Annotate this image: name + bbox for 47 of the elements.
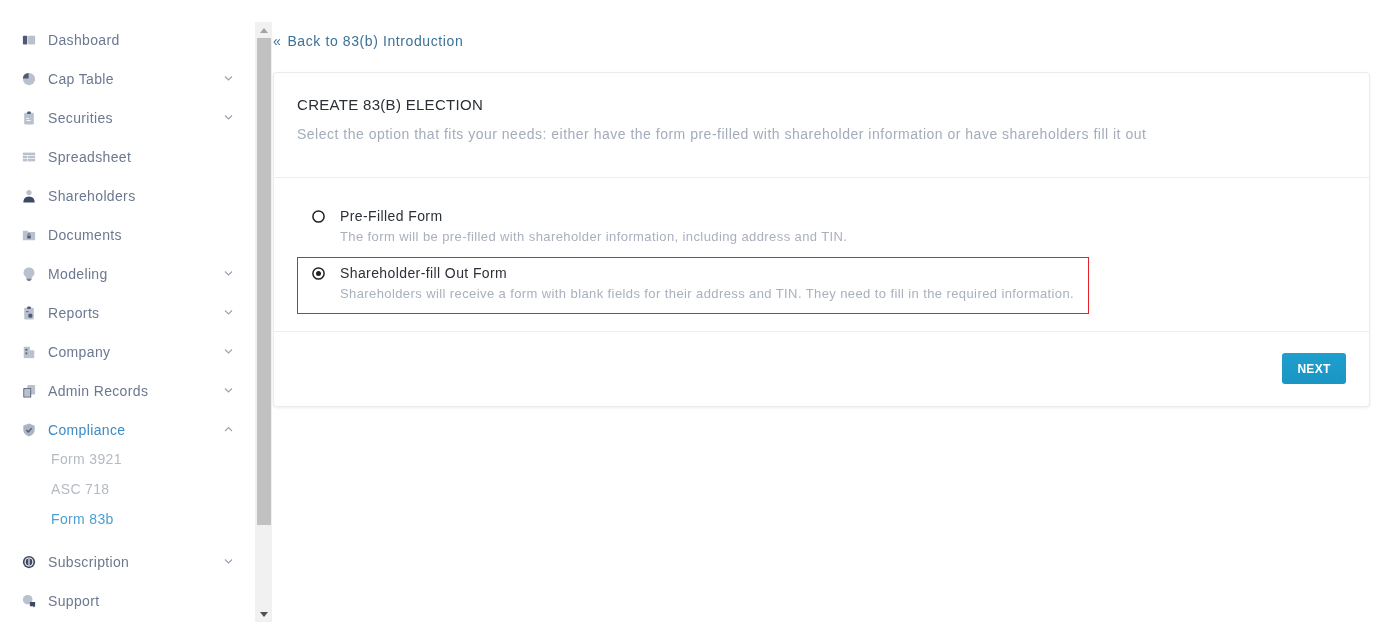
back-link[interactable]: « Back to 83(b) Introduction xyxy=(273,31,464,51)
person-icon xyxy=(22,188,36,203)
option-description: The form will be pre-filled with shareholder information, including address and TIN. xyxy=(340,228,848,246)
radio-button[interactable] xyxy=(312,266,325,280)
scrollbar[interactable] xyxy=(255,22,272,622)
next-button[interactable]: NEXT xyxy=(1282,353,1346,384)
chevron-down-icon xyxy=(224,558,233,565)
chevron-down-icon xyxy=(224,75,233,82)
lightbulb-icon xyxy=(22,266,36,281)
sidebar-item[interactable]: Securities xyxy=(0,98,255,137)
sidebar-item[interactable]: Dashboard xyxy=(0,20,255,59)
coin-icon xyxy=(22,554,36,569)
chevron-down-icon xyxy=(224,270,233,277)
shield-check-icon xyxy=(22,422,36,437)
sidebar-item[interactable]: Modeling xyxy=(0,254,255,293)
chevron-down-icon xyxy=(224,309,233,316)
clipboard-icon xyxy=(22,110,36,125)
chevron-up-icon xyxy=(224,426,233,433)
radio-button[interactable] xyxy=(312,209,325,223)
chevron-down-icon xyxy=(224,348,233,355)
sidebar-subitem[interactable]: Form 83b xyxy=(0,504,255,534)
sidebar-item[interactable]: Company xyxy=(0,332,255,371)
sidebar-item[interactable]: Subscription xyxy=(0,542,255,581)
double-chevron-icon: « xyxy=(273,33,282,49)
clipboard-chart-icon xyxy=(22,305,36,320)
sidebar-item[interactable]: Documents xyxy=(0,215,255,254)
sidebar-item[interactable]: Cap Table xyxy=(0,59,255,98)
sidebar-item[interactable]: Reports xyxy=(0,293,255,332)
chat-bubbles-icon xyxy=(22,593,36,608)
chevron-down-icon xyxy=(224,114,233,121)
chevron-down-icon xyxy=(224,387,233,394)
radio-option[interactable]: Pre-Filled Form The form will be pre-filled with shareholder information, including address and TIN. xyxy=(297,200,863,257)
card-subtitle: Select the option that fits your needs: either have the form pre-filled with shareholder information or have shareholders fill it out xyxy=(297,125,1148,144)
option-label[interactable]: Shareholder-fill Out Form xyxy=(340,263,1075,283)
documents-icon xyxy=(22,383,36,398)
radio-option[interactable]: Shareholder-fill Out Form Shareholders will receive a form with blank fields for their address and TIN. They need to fill in the required information. xyxy=(297,257,1090,314)
sidebar-item[interactable]: Spreadsheet xyxy=(0,137,255,176)
pie-chart-icon xyxy=(22,71,36,86)
option-label[interactable]: Pre-Filled Form xyxy=(340,206,848,226)
card-title: CREATE 83(B) ELECTION xyxy=(297,96,485,114)
scrollbar-thumb[interactable] xyxy=(256,38,271,525)
sidebar-item[interactable]: Shareholders xyxy=(0,176,255,215)
sidebar-item[interactable]: Support xyxy=(0,581,255,620)
scroll-down-icon[interactable] xyxy=(259,611,268,617)
sidebar-item[interactable]: Admin Records xyxy=(0,371,255,410)
building-icon xyxy=(22,344,36,359)
option-description: Shareholders will receive a form with blank fields for their address and TIN. They need to fill in the required information. xyxy=(340,285,1075,303)
